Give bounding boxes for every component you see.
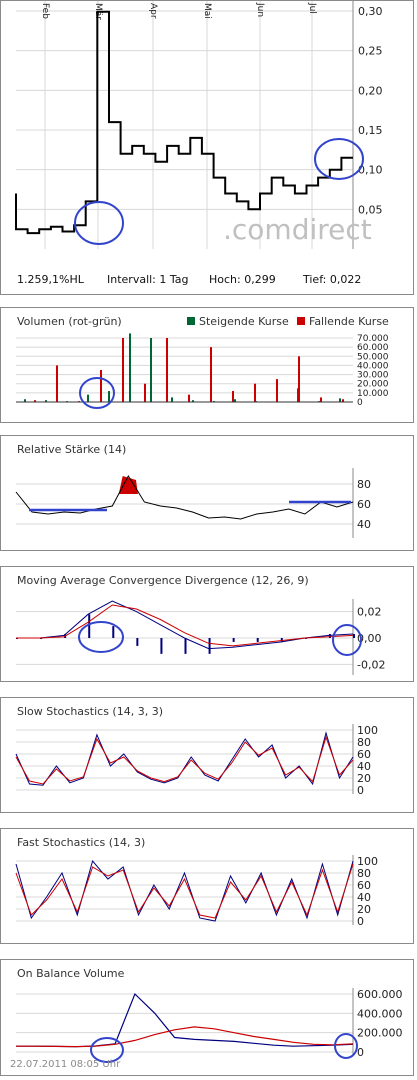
volume-panel: Volumen (rot-grün) Steigende Kurse Falle…: [0, 307, 414, 423]
volume-bar-down: [188, 394, 190, 402]
obv-ytick-label: 200.000: [357, 1027, 403, 1040]
volume-chart: 70.00060.00050.00040.00030.00020.00010.0…: [16, 333, 389, 409]
volume-bar-up: [87, 394, 89, 402]
macd-histogram-bar: [232, 638, 235, 642]
volume-bar-up: [171, 397, 173, 402]
macd-panel: Moving Average Convergence Divergence (1…: [0, 566, 414, 682]
slow-stochastics-panel: Slow Stochastics (14, 3, 3) 100 80 60 40 20 0: [0, 697, 414, 813]
rsi-overbought-fill: [118, 476, 138, 494]
volume-bar-down: [276, 379, 278, 402]
price-chart-panel: 0,30 0,25 0,20 0,15 0,10 0,05 Feb Mär Apr Mai Jun J…: [0, 0, 414, 295]
volume-bar-down: [254, 383, 256, 402]
macd-histogram-bar: [88, 614, 91, 638]
macd-histogram-bar: [160, 638, 163, 654]
highlight-circle-left: [74, 201, 124, 245]
obv-ytick-label: 0: [357, 1046, 364, 1059]
price-month-label: Jul: [307, 2, 317, 14]
price-month-label: Apr: [148, 3, 158, 19]
macd-histogram-bar: [328, 634, 331, 638]
stat-high: Hoch: 0,299: [209, 273, 276, 286]
rsi-chart: 80 60 40: [15, 468, 371, 538]
macd-highlight-circle-left: [78, 621, 124, 653]
price-month-label: Feb: [40, 3, 50, 19]
stat-change: 1.259,1%HL: [17, 273, 84, 286]
rsi-ytick-label: 80: [357, 478, 371, 491]
volume-bar-up: [150, 338, 152, 402]
price-ytick-label: 0,25: [358, 45, 383, 58]
slow-ytick-label: 0: [357, 784, 364, 797]
volume-bar-down: [100, 370, 102, 402]
obv-ytick-label: 600.000: [357, 988, 403, 1001]
obv-ytick-label: 400.000: [357, 1007, 403, 1020]
volume-bar-down: [144, 383, 146, 402]
volume-ytick-label: 0: [357, 398, 363, 408]
price-series-line: [15, 10, 353, 235]
volume-bar-down: [232, 391, 234, 402]
fast-ytick-label: 0: [357, 915, 364, 928]
volume-bar-down: [122, 338, 124, 402]
price-ytick-label: 0,15: [358, 124, 383, 137]
fast-stochastics-chart: 100806040200: [15, 855, 378, 928]
price-ytick-label: 0,30: [358, 5, 383, 18]
volume-bar-up: [129, 333, 131, 402]
price-month-label: Mai: [202, 3, 212, 19]
highlight-circle-right: [314, 138, 364, 180]
macd-histogram-bar: [184, 638, 187, 654]
rsi-ytick-label: 40: [357, 518, 371, 531]
volume-bar-down: [298, 356, 300, 402]
volume-bar-up: [339, 398, 341, 402]
watermark: .comdirect: [223, 213, 372, 246]
volume-bar-up: [108, 391, 110, 402]
slow-stochastics-chart: 100806040200: [15, 724, 378, 797]
obv-line: [16, 992, 354, 1048]
macd-ytick-label: -0,02: [357, 658, 385, 671]
volume-bar-down: [166, 338, 168, 402]
volume-bar-down: [210, 347, 212, 402]
macd-histogram-bar: [353, 634, 355, 638]
rsi-panel: Relative Stärke (14) 80 60 40: [0, 435, 414, 551]
rsi-line: [15, 474, 354, 520]
price-chart: 0,300,250,200,150,100,05Feb Mär Apr Mai Jun J…: [15, 1, 383, 249]
macd-chart: 0,020,00-0,02: [16, 599, 385, 675]
obv-average-line: [16, 1026, 354, 1048]
timestamp: 22.07.2011 08:05 Uhr: [10, 1059, 121, 1070]
stat-interval: Intervall: 1 Tag: [107, 273, 189, 286]
volume-bar-down: [320, 397, 322, 402]
macd-ytick-label: 0,02: [357, 606, 382, 619]
volume-bar-down: [56, 365, 58, 402]
rsi-ytick-label: 60: [357, 498, 371, 511]
stat-low: Tief: 0,022: [303, 273, 362, 286]
fast-stochastics-k-line: [15, 859, 354, 922]
macd-histogram-bar: [112, 626, 115, 638]
price-ytick-label: 0,20: [358, 84, 383, 97]
slow-stochastics-d-line: [15, 735, 354, 785]
macd-histogram-bar: [208, 638, 211, 654]
price-month-label: Jun: [255, 2, 265, 17]
macd-histogram-bar: [256, 638, 259, 642]
macd-histogram-bar: [136, 638, 139, 646]
obv-highlight-circle-right: [334, 1033, 358, 1059]
fast-stochastics-panel: Fast Stochastics (14, 3) 100 80 60 40 20 0: [0, 828, 414, 944]
